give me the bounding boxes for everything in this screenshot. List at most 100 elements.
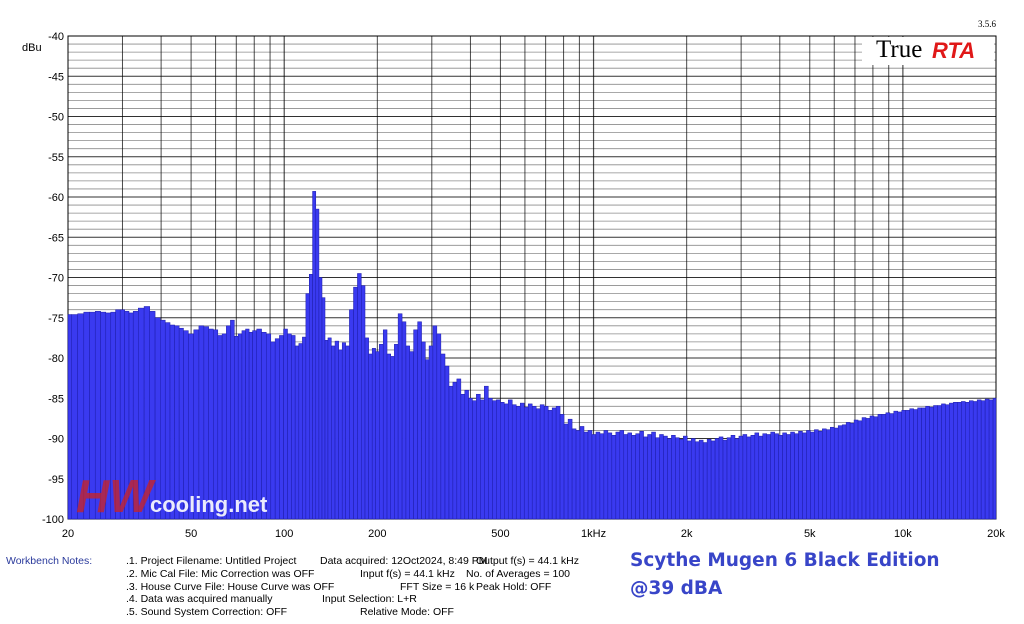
spectrum-bar <box>762 433 767 520</box>
y-tick-label: -100 <box>42 514 64 526</box>
spectrum-bar <box>349 309 354 520</box>
y-tick-label: -90 <box>48 434 64 446</box>
spectrum-bar <box>913 409 918 520</box>
spectrum-bar <box>794 433 799 520</box>
spectrum-bar <box>460 393 466 520</box>
y-tick-label: -45 <box>48 71 64 83</box>
spectrum-bar <box>334 340 339 520</box>
spectrum-bar <box>183 330 189 520</box>
spectrum-bar <box>496 399 501 520</box>
spectrum-bar <box>849 422 855 520</box>
spectrum-bar <box>472 400 477 520</box>
spectrum-bar <box>746 436 752 520</box>
spectrum-bar <box>425 359 430 520</box>
spectrum-bar <box>345 345 350 520</box>
watermark-domain: cooling.net <box>150 492 268 517</box>
spectrum-bar <box>937 405 942 520</box>
spectrum-bar <box>599 433 605 520</box>
spectrum-bar <box>702 442 708 520</box>
y-tick-label: -55 <box>48 152 64 164</box>
spectrum-bar <box>338 349 343 520</box>
spectrum-bar <box>432 325 438 520</box>
x-tick-label: 10k <box>894 528 912 540</box>
spectrum-bar <box>909 408 914 520</box>
notes-column-1: .1. Project Filename: Untitled Project .… <box>126 555 334 619</box>
spectrum-bar <box>353 286 358 520</box>
spectrum-bar <box>730 435 736 520</box>
spectrum-bar <box>315 208 320 520</box>
spectrum-bar <box>492 400 497 520</box>
spectrum-bar <box>397 313 403 520</box>
spectrum-bar <box>193 329 200 520</box>
spectrum-bar <box>160 319 166 520</box>
note-line: Data acquired: 12Oct2024, 8:49 PM <box>320 555 488 567</box>
spectrum-bar <box>468 398 473 520</box>
spectrum-bar <box>364 337 369 520</box>
note-line: .2. Mic Cal File: Mic Correction was OFF <box>126 567 315 580</box>
spectrum-bar <box>203 326 209 520</box>
spectrum-bar <box>321 297 326 520</box>
spectrum-bar <box>154 317 161 520</box>
spectrum-bar <box>294 345 300 520</box>
spectrum-bar <box>270 341 276 520</box>
spectrum-bar <box>551 407 557 520</box>
spectrum-bar <box>587 430 593 520</box>
spectrum-bar <box>671 435 676 520</box>
spectrum-bar <box>386 353 391 520</box>
note-line: FFT Size = 16 k <box>400 580 475 593</box>
spectrum-bar <box>611 435 617 520</box>
spectrum-bar <box>208 328 214 520</box>
spectrum-bar <box>341 342 346 520</box>
spectrum-bar <box>738 435 744 520</box>
spectrum-bar <box>421 341 426 520</box>
spectrum-bar <box>814 429 819 520</box>
spectrum-bar <box>539 404 545 520</box>
spectrum-bar <box>643 436 648 520</box>
spectrum-bar <box>440 353 446 520</box>
notes-column-2: Data acquired: 12Oct2024, 8:49 PM Input … <box>320 555 488 619</box>
spectrum-bar <box>647 434 652 520</box>
note-line: .4. Data was acquired manually <box>126 593 273 606</box>
notes-column-3: Output f(s) = 44.1 kHz No. of Averages =… <box>466 555 579 593</box>
spectrum-bar <box>607 432 613 520</box>
spectrum-bar <box>655 437 660 520</box>
spectrum-bar <box>312 191 317 520</box>
spectrum-bar <box>302 336 307 520</box>
y-tick-label: -40 <box>48 31 64 43</box>
spectrum-bar <box>507 399 513 520</box>
y-tick-label: -70 <box>48 273 64 285</box>
spectrum-bar <box>667 438 672 520</box>
spectrum-bar <box>766 434 771 520</box>
spectrum-bar <box>965 402 970 520</box>
x-tick-label: 1kHz <box>581 528 606 540</box>
y-tick-label: -95 <box>48 474 64 486</box>
spectrum-bar <box>865 418 871 520</box>
spectrum-bar <box>897 411 902 520</box>
spectrum-bar <box>822 428 827 520</box>
spectrum-bar <box>635 433 640 520</box>
spectrum-bar <box>331 345 336 520</box>
note-line: Output f(s) = 44.1 kHz <box>476 555 580 567</box>
spectrum-bar <box>571 428 577 520</box>
spectrum-bar <box>357 273 362 520</box>
spectrum-bar <box>555 406 561 520</box>
spectrum-bar <box>972 401 978 520</box>
spectrum-bar <box>535 408 541 520</box>
spectrum-bar <box>500 402 505 520</box>
spectrum-bar <box>734 438 740 520</box>
spectrum-bar <box>631 435 636 520</box>
spectrum-bar <box>917 407 922 520</box>
x-tick-label: 200 <box>368 528 386 540</box>
spectrum-bar <box>252 330 257 520</box>
spectrum-bar <box>575 430 581 520</box>
spectrum-bar <box>953 402 958 520</box>
spectrum-bar <box>375 351 380 520</box>
spectrum-bar <box>283 328 288 520</box>
spectrum-bar <box>213 329 219 520</box>
caption-subtitle: @39 dBA <box>630 578 723 599</box>
x-tick-label: 2k <box>681 528 693 540</box>
spectrum-bar <box>382 329 388 520</box>
spectrum-bar <box>547 410 553 520</box>
spectrum-bar <box>714 438 720 520</box>
spectrum-bar <box>164 322 171 520</box>
